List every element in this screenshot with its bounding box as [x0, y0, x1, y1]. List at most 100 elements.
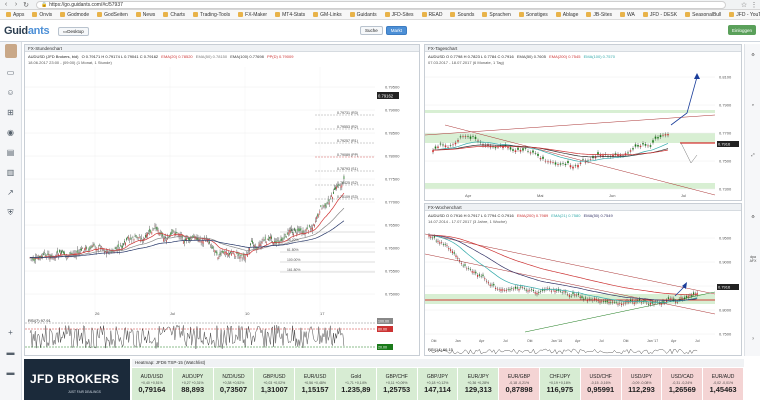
candle-body: [171, 231, 173, 235]
hourly-chart-panel[interactable]: FX-Stundenchart AUDUSD (JFD Brokers, bid…: [24, 44, 420, 356]
bookmark-item[interactable]: Sonstiges: [515, 10, 552, 19]
back-icon[interactable]: ‹: [2, 1, 10, 9]
bookmark-item[interactable]: Ablage: [552, 10, 583, 19]
bookmark-label: FX-Maker: [245, 11, 268, 18]
address-bar[interactable]: 🔒 https://go.guidants.com/#c/57937: [36, 1, 726, 9]
bookmark-item[interactable]: Trading-Tools: [189, 10, 234, 19]
bookmark-item[interactable]: Onvis: [28, 10, 56, 19]
zoom-icon[interactable]: ⌕: [748, 100, 758, 110]
candle-body: [337, 185, 338, 187]
folder-2-icon[interactable]: ▬: [5, 367, 16, 378]
chart-icon[interactable]: ↗: [5, 187, 16, 198]
ticker-tile[interactable]: GBP/CHF +0,11 +0,09% 1,25753: [376, 368, 418, 400]
menu-icon[interactable]: ⋮: [750, 1, 758, 9]
candle-body: [199, 238, 201, 240]
bookmark-label: MT4-Stats: [282, 11, 306, 18]
search-button[interactable]: Suche: [360, 26, 383, 35]
candle-body: [56, 250, 58, 253]
candle-body: [493, 283, 495, 286]
candle-body: [229, 252, 230, 255]
bookmark-item[interactable]: JFD - YouTube: [725, 10, 760, 19]
bookmark-item[interactable]: FX-Maker: [234, 10, 271, 19]
candle-body: [583, 298, 585, 300]
candle-body: [296, 233, 298, 235]
bookmark-item[interactable]: Charts: [159, 10, 189, 19]
weekly-chart-panel[interactable]: FX-Wochenchart AUDUSD O 0.7916 H 0.7917 …: [424, 203, 742, 356]
ticker-tile[interactable]: GBP/USD +0,03 +0,02% 1,31007: [254, 368, 296, 400]
bookmark-favicon-icon: [135, 12, 141, 17]
candle-body: [191, 239, 193, 240]
document-icon[interactable]: ▤: [5, 147, 16, 158]
candle-body: [94, 246, 96, 247]
daily-chart-panel[interactable]: FX-Tageschart AUDUSD O 0.7798 H 0.7823 L…: [424, 44, 742, 201]
candle-body: [83, 250, 84, 252]
ticker-symbol: CHF/JPY: [549, 374, 571, 380]
forward-icon[interactable]: ›: [12, 1, 20, 9]
eye-icon[interactable]: ◉: [5, 127, 16, 138]
ticker-value: 1,26569: [668, 385, 696, 394]
bookmark-item[interactable]: JFD - DESK: [639, 10, 681, 19]
ticker-symbol: USD/CAD: [671, 374, 694, 380]
reload-icon[interactable]: ↻: [22, 1, 30, 9]
bookmark-item[interactable]: READ: [418, 10, 447, 19]
candle-body: [577, 293, 579, 295]
bookmark-item[interactable]: News: [132, 10, 160, 19]
candle-body: [127, 236, 128, 238]
bookmark-item[interactable]: GM-Links: [309, 10, 345, 19]
bookmark-item[interactable]: Sprachen: [478, 10, 514, 19]
bookmark-item[interactable]: Godmode: [56, 10, 93, 19]
user-icon[interactable]: ☺: [5, 87, 16, 98]
avatar[interactable]: [5, 44, 17, 58]
desktop-button[interactable]: ▭ Desktop: [58, 27, 89, 36]
candle-body: [497, 147, 499, 148]
clipboard-icon[interactable]: ▥: [5, 167, 16, 178]
bookmark-item[interactable]: MT4-Stats: [271, 10, 309, 19]
settings-2-icon[interactable]: ⚙: [748, 212, 758, 222]
bookmark-item[interactable]: JB-Sites: [582, 10, 616, 19]
star-icon[interactable]: ☆: [740, 1, 748, 9]
ticker-tile[interactable]: CHF/JPY +0,19 +0,16% 116,975: [539, 368, 581, 400]
ticker-tile[interactable]: EUR/AUD -0,02 -0,01% 1,45463: [703, 368, 744, 400]
jfd-brokers-banner[interactable]: JFD BROKERS JUST FAIR DEALINGS: [24, 359, 130, 400]
shield-icon[interactable]: ⛨: [5, 207, 16, 218]
expand-icon[interactable]: ⤢: [748, 150, 758, 160]
market-button[interactable]: Markt: [385, 26, 408, 35]
ticker-tile[interactable]: Gold +1,71 +0,14% 1.235,89: [335, 368, 377, 400]
candle-body: [532, 150, 534, 153]
ticker-tile[interactable]: GBP/JPY +0,18 +0,12% 147,114: [417, 368, 459, 400]
guidants-logo[interactable]: Guidants: [4, 25, 50, 37]
ticker-tile[interactable]: USD/CHF -0,15 -0,16% 0,95991: [580, 368, 622, 400]
help-icon[interactable]: ?: [748, 334, 758, 344]
ticker-tile[interactable]: EUR/USD +0,56 +0,48% 1,15157: [295, 368, 336, 400]
broker-logo-icon[interactable]: dpa AFX: [748, 255, 758, 266]
ticker-tile[interactable]: AUD/JPY +0,27 +0,31% 88,893: [172, 368, 214, 400]
bookmark-item[interactable]: SeasonalBull: [681, 10, 725, 19]
bookmark-item[interactable]: Guidants: [346, 10, 381, 19]
ticker-tile[interactable]: AUD/USD +0,40 +0,51% 0,79164: [132, 368, 173, 400]
ticker-tile[interactable]: USD/JPY -0,09 -0,08% 112,293: [621, 368, 663, 400]
last-price-label: 0.79162: [378, 94, 394, 99]
bookmark-item[interactable]: GodSeiten: [93, 10, 132, 19]
ticker-tile[interactable]: NZD/USD +0,38 +0,52% 0,73507: [213, 368, 255, 400]
settings-icon[interactable]: ⚙: [748, 50, 758, 60]
bookmark-label: Godmode: [67, 11, 90, 18]
bookmark-item[interactable]: JFD-Sites: [381, 10, 418, 19]
candle-body: [212, 246, 214, 249]
bookmark-item[interactable]: Sounds: [446, 10, 478, 19]
login-button[interactable]: Einloggen: [727, 25, 756, 35]
add-icon[interactable]: +: [5, 327, 16, 338]
ticker-tile[interactable]: EUR/JPY +0,36 +0,28% 129,313: [458, 368, 500, 400]
monitor-icon[interactable]: ▭: [5, 67, 16, 78]
candle-body: [250, 243, 251, 246]
ticker-tile[interactable]: USD/CAD -0,31 -0,24% 1,26569: [662, 368, 704, 400]
folder-icon[interactable]: ▬: [5, 347, 16, 358]
candle-body: [512, 149, 514, 151]
bookmark-favicon-icon: [60, 12, 66, 17]
bookmark-item[interactable]: Apps: [2, 10, 28, 19]
bookmark-item[interactable]: WA: [616, 10, 639, 19]
candle-body: [325, 205, 327, 208]
support-zone: [425, 133, 715, 143]
candle-body: [131, 239, 133, 240]
ticker-tile[interactable]: EUR/GBP -0,18 -0,21% 0,87898: [499, 368, 540, 400]
cart-icon[interactable]: ⊞: [5, 107, 16, 118]
